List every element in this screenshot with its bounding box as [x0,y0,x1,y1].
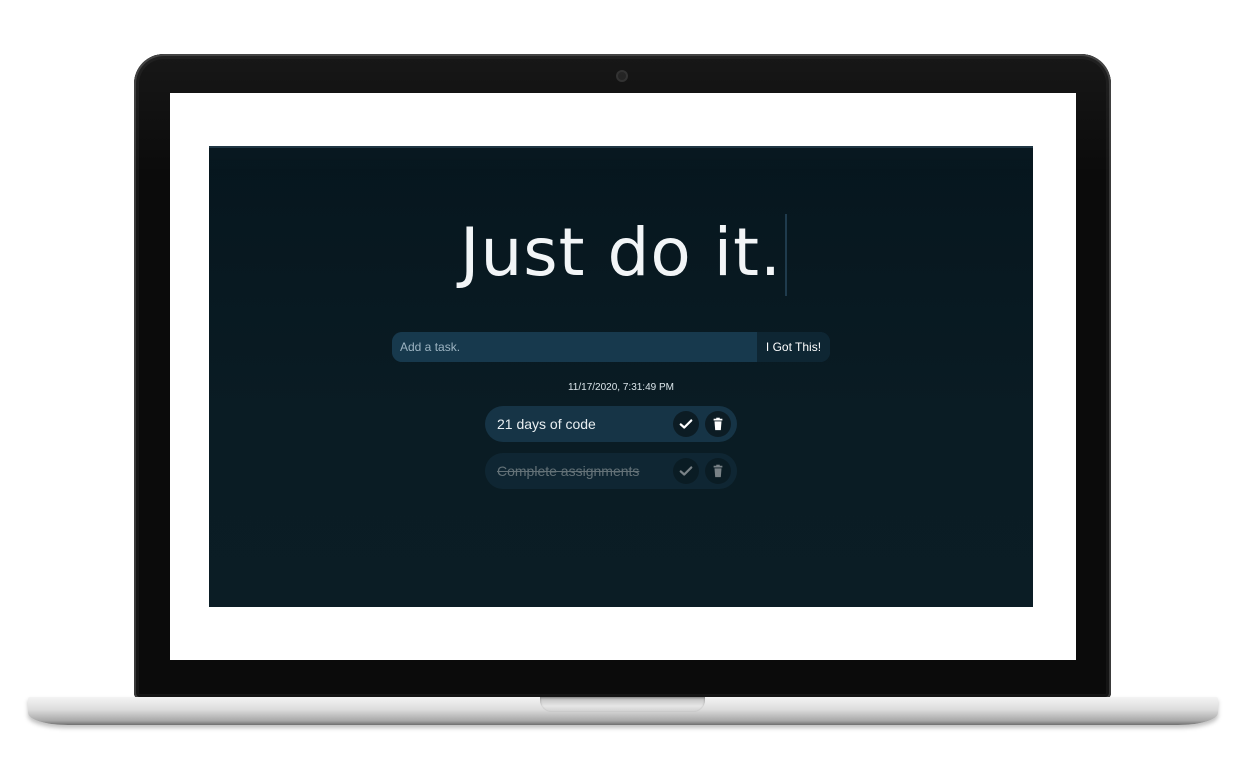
camera-icon [618,72,626,80]
complete-task-button[interactable] [673,458,699,484]
delete-task-button[interactable] [705,411,731,437]
check-icon [679,466,693,476]
task-item: 21 days of code [485,406,737,442]
task-text: Complete assignments [497,463,640,479]
delete-task-button[interactable] [705,458,731,484]
todo-app: Just do it. I Got This! 11/17/2020, 7:31… [209,146,1033,607]
laptop-lid: Just do it. I Got This! 11/17/2020, 7:31… [134,54,1111,699]
task-text: 21 days of code [497,416,596,432]
add-task-button[interactable]: I Got This! [757,332,830,362]
laptop-base [28,697,1218,725]
page-title: Just do it. [460,214,782,291]
laptop-screen: Just do it. I Got This! 11/17/2020, 7:31… [170,93,1076,660]
add-task-form: I Got This! [392,332,830,362]
text-cursor [785,214,787,296]
check-icon [679,419,693,429]
task-item-completed: Complete assignments [485,453,737,489]
trash-icon [713,417,723,431]
complete-task-button[interactable] [673,411,699,437]
task-input[interactable] [392,332,757,362]
timestamp: 11/17/2020, 7:31:49 PM [567,382,674,393]
trash-icon [713,464,723,478]
laptop-notch [540,697,705,712]
